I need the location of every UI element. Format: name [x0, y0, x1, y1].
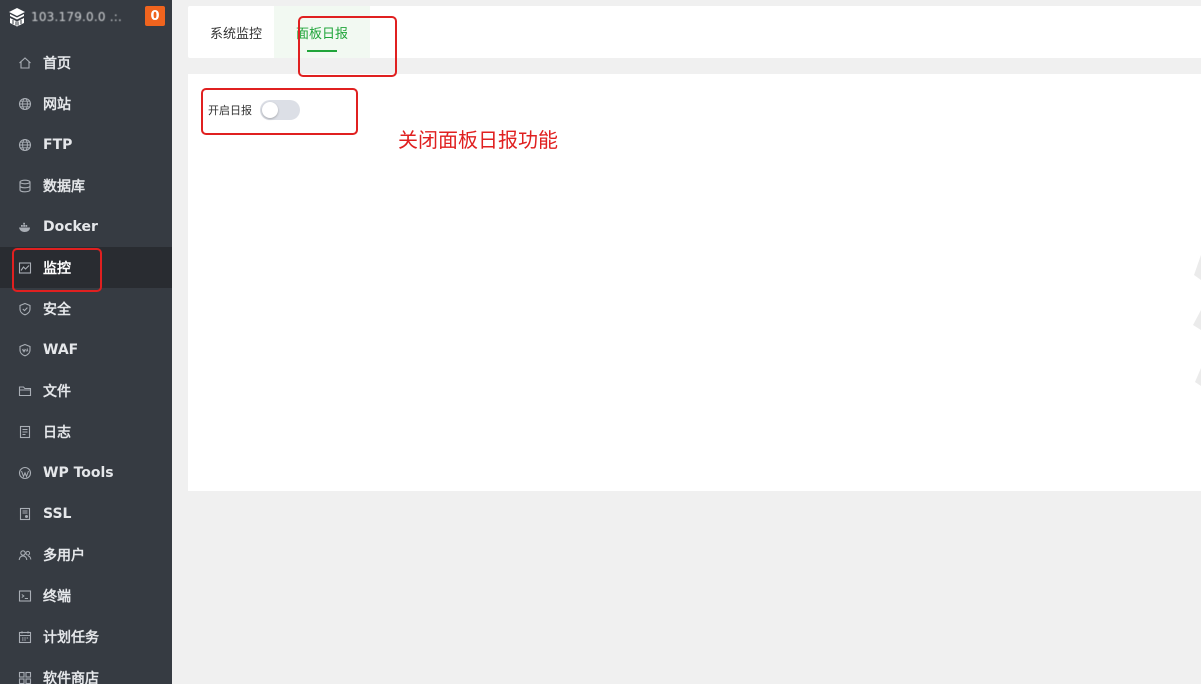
- sidebar-item-11[interactable]: SSL: [0, 493, 172, 534]
- apps-icon: [18, 671, 32, 684]
- sidebar-item-12[interactable]: 多用户: [0, 534, 172, 575]
- sidebar-item-4[interactable]: Docker: [0, 206, 172, 247]
- daily-report-switch-label: 开启日报: [208, 104, 252, 117]
- tab-panel-daily-report[interactable]: 面板日报: [274, 6, 371, 58]
- sidebar-item-10[interactable]: WP Tools: [0, 452, 172, 493]
- sidebar-item-9[interactable]: 日志: [0, 411, 172, 452]
- annotation-note: 关闭面板日报功能: [398, 128, 558, 152]
- sidebar-item-label: 多用户: [43, 547, 85, 564]
- waf-shield-icon: [18, 343, 32, 357]
- notification-badge[interactable]: 0: [145, 6, 165, 26]
- server-host: 103.179.0.0 .:.: [31, 10, 123, 24]
- daily-report-switch-row: 开启日报: [208, 100, 300, 120]
- sidebar-item-label: 监控: [43, 260, 71, 277]
- monitor-icon: [18, 261, 32, 275]
- report-content: 开启日报: [188, 74, 1201, 491]
- sidebar-item-2[interactable]: FTP: [0, 124, 172, 165]
- sidebar-item-label: WAF: [43, 341, 79, 358]
- users-icon: [18, 548, 32, 562]
- logo-icon: [9, 8, 25, 27]
- sidebar-item-3[interactable]: 数据库: [0, 165, 172, 206]
- tab-system-monitor[interactable]: 系统监控: [198, 6, 274, 58]
- sidebar-item-label: 数据库: [43, 178, 85, 195]
- sidebar-item-label: 首页: [43, 55, 71, 72]
- sidebar-item-5[interactable]: 监控: [0, 247, 172, 288]
- monitor-tabs: 系统监控 面板日报: [188, 6, 1201, 58]
- sidebar-item-13[interactable]: 终端: [0, 575, 172, 616]
- sidebar-menu: 首页网站 FTP 数据库 Docker 监控安全 WAF 文件日志 WP Tools SSL 多用…: [0, 42, 172, 684]
- globe-icon: [18, 97, 32, 111]
- sidebar-item-6[interactable]: 安全: [0, 288, 172, 329]
- sidebar-item-label: FTP: [43, 136, 73, 153]
- sidebar-item-1[interactable]: 网站: [0, 83, 172, 124]
- log-icon: [18, 425, 32, 439]
- sidebar-item-label: 终端: [43, 588, 71, 605]
- daily-report-toggle[interactable]: [260, 100, 300, 120]
- sidebar-item-15[interactable]: 软件商店: [0, 657, 172, 684]
- sidebar-item-label: 日志: [43, 424, 71, 441]
- wordpress-icon: [18, 466, 32, 480]
- certificate-icon: [18, 507, 32, 521]
- sidebar-item-0[interactable]: 首页: [0, 42, 172, 83]
- sidebar-item-7[interactable]: WAF: [0, 329, 172, 370]
- sidebar-item-label: 文件: [43, 383, 71, 400]
- home-icon: [18, 56, 32, 70]
- globe-icon: [18, 138, 32, 152]
- terminal-icon: [18, 589, 32, 603]
- faint-edge-glyph-icon: [1193, 255, 1201, 386]
- sidebar-item-label: 网站: [43, 96, 71, 113]
- docker-icon: [18, 220, 32, 234]
- sidebar-item-label: 软件商店: [43, 670, 99, 684]
- sidebar: 103.179.0.0 .:. 0 首页网站 FTP 数据库 Docker 监控安全 WA…: [0, 0, 172, 684]
- sidebar-item-label: 计划任务: [43, 629, 99, 646]
- toggle-knob: [262, 102, 278, 118]
- shield-icon: [18, 302, 32, 316]
- folder-icon: [18, 384, 32, 398]
- sidebar-item-label: SSL: [43, 505, 72, 522]
- calendar-icon: [18, 630, 32, 644]
- sidebar-item-label: 安全: [43, 301, 71, 318]
- sidebar-item-8[interactable]: 文件: [0, 370, 172, 411]
- sidebar-header: 103.179.0.0 .:. 0: [0, 0, 172, 34]
- database-icon: [18, 179, 32, 193]
- sidebar-item-label: Docker: [43, 218, 98, 235]
- sidebar-item-label: WP Tools: [43, 464, 114, 481]
- sidebar-item-14[interactable]: 计划任务: [0, 616, 172, 657]
